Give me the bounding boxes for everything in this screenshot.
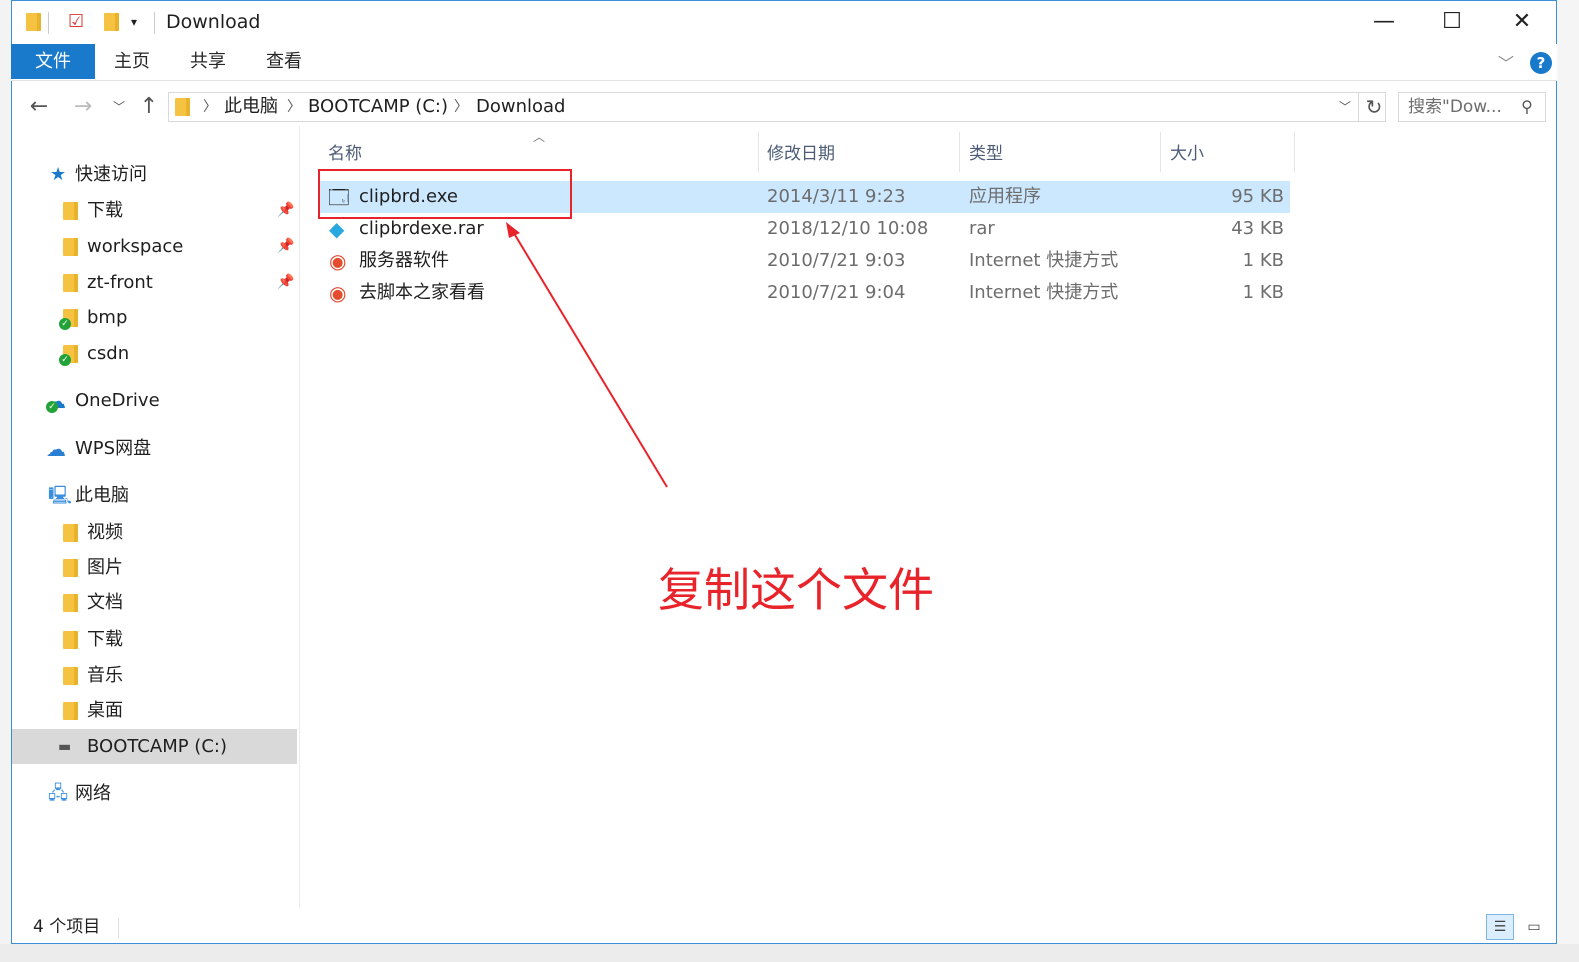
annotation-text: 复制这个文件: [658, 563, 934, 617]
details-view-icon[interactable]: ☰: [1486, 914, 1514, 940]
status-item-count: 4 个项目: [33, 917, 101, 937]
status-separator: [118, 918, 119, 938]
large-icons-view-icon[interactable]: ▭: [1520, 914, 1548, 940]
annotation-arrow: [506, 222, 668, 488]
